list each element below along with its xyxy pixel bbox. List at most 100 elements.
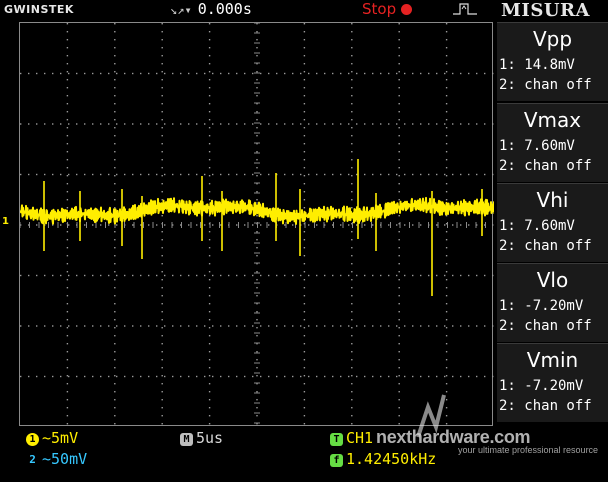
grid-dot [445, 39, 448, 41]
grid-dot [161, 407, 163, 409]
grid-dot [372, 325, 374, 327]
grid-dot [332, 274, 334, 277]
measurement-vlo[interactable]: Vlo 1: -7.20mV 2: chan off [497, 263, 608, 342]
ch1-scale[interactable]: 1 ~5mV [26, 429, 78, 447]
grid-dot [52, 274, 54, 277]
grid-dot [180, 123, 182, 125]
grid-dot [303, 335, 306, 337]
grid-dot [114, 295, 116, 297]
grid-dot [256, 111, 258, 113]
grid-dot [292, 325, 294, 327]
grid-dot [114, 159, 116, 161]
grid-dot [284, 72, 286, 75]
grid-dot [484, 72, 486, 75]
grid-dot [398, 215, 400, 217]
grid-dot [460, 325, 462, 327]
grid-dot [468, 375, 470, 378]
grid-dot [436, 375, 438, 378]
grid-dot [256, 287, 258, 289]
grid-dot [445, 103, 448, 105]
grid-dot [398, 247, 400, 249]
measurement-vpp[interactable]: Vpp 1: 14.8mV 2: chan off [497, 22, 608, 101]
grid-dot [180, 173, 182, 176]
grid-dot [452, 325, 454, 327]
grid-dot [396, 173, 398, 176]
grid-dot [114, 23, 116, 25]
grid-dot [208, 199, 211, 201]
timebase-value: 0.000s [197, 0, 252, 18]
grid-dot [256, 135, 258, 137]
grid-dot [68, 325, 70, 327]
measurement-vmax[interactable]: Vmax 1: 7.60mV 2: chan off [497, 103, 608, 182]
grid-dot [244, 123, 246, 125]
grid-dot [332, 173, 334, 176]
grid-dot [66, 199, 69, 201]
grid-dot [260, 224, 262, 226]
grid-dot [161, 343, 163, 345]
grid-dot [303, 183, 306, 185]
grid-dot [114, 151, 116, 153]
grid-dot [303, 367, 306, 369]
grid-dot [161, 335, 163, 337]
measurement-vhi[interactable]: Vhi 1: 7.60mV 2: chan off [497, 183, 608, 262]
grid-dot [303, 271, 306, 273]
grid-dot [398, 127, 400, 129]
horizontal-scale-value: 5us [196, 429, 224, 447]
grid-dot [398, 343, 400, 345]
grid-dot [66, 207, 69, 209]
grid-dot [114, 31, 116, 33]
grid-dot [44, 72, 46, 75]
grid-dot [114, 71, 116, 73]
grid-dot [220, 123, 222, 125]
grid-dot [20, 325, 22, 327]
grid-dot [100, 72, 102, 75]
grid-dot [20, 123, 22, 125]
grid-dot [156, 224, 158, 226]
ch2-scale[interactable]: 2 ~50mV [26, 450, 87, 468]
grid-dot [256, 239, 258, 241]
grid-dot [208, 327, 211, 329]
grid-dot [92, 123, 94, 125]
grid-dot [100, 325, 102, 327]
grid-dot [316, 375, 318, 378]
grid-dot [380, 72, 382, 75]
grid-dot [420, 325, 422, 327]
trigger-source[interactable]: T CH1 [330, 429, 373, 447]
run-stop-indicator[interactable]: Stop [362, 0, 413, 18]
horizontal-badge-icon: M [180, 433, 193, 446]
grid-dot [164, 72, 166, 75]
grid-dot [351, 415, 353, 417]
waveform-display[interactable] [19, 22, 494, 426]
grid-dot [398, 63, 400, 65]
grid-dot [444, 72, 446, 75]
grid-dot [92, 274, 94, 277]
grid-dot [351, 255, 353, 257]
grid-dot [114, 343, 116, 345]
measurement-vmin[interactable]: Vmin 1: -7.20mV 2: chan off [497, 343, 608, 422]
grid-dot [100, 274, 102, 277]
grid-dot [398, 375, 400, 377]
grid-dot [303, 151, 306, 153]
grid-dot [92, 72, 94, 75]
grid-dot [340, 325, 342, 327]
grid-dot [351, 79, 353, 81]
grid-dot [303, 383, 306, 385]
grid-dot [208, 375, 211, 377]
grid-dot [445, 127, 448, 129]
grid-dot [140, 224, 142, 226]
stop-dot-icon [401, 4, 413, 15]
grid-dot [445, 143, 448, 145]
grid-dot [398, 271, 400, 273]
grid-dot [114, 39, 116, 41]
horizontal-scale[interactable]: M 5us [180, 429, 223, 447]
grid-dot [220, 375, 222, 378]
grid-dot [316, 123, 318, 125]
ch1-ground-marker[interactable]: 1 [2, 216, 9, 227]
grid-dot [351, 71, 353, 73]
grid-dot [398, 359, 400, 361]
grid-dot [351, 119, 353, 121]
grid-dot [351, 151, 353, 153]
grid-dot [445, 327, 448, 329]
grid-dot [476, 173, 478, 176]
grid-dot [444, 224, 446, 226]
